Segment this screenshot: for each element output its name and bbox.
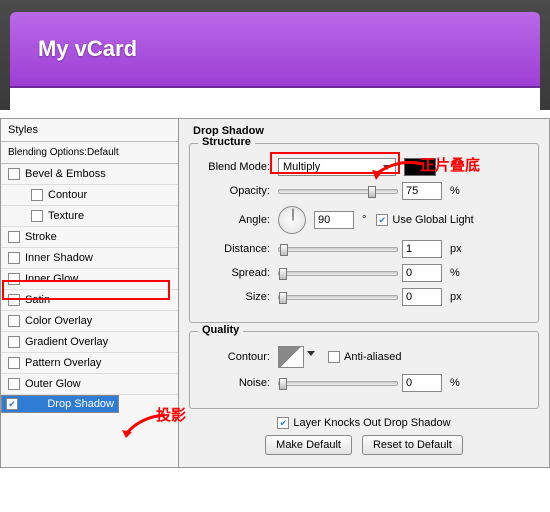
style-checkbox[interactable]: ✔ xyxy=(6,398,18,410)
knocks-out-checkbox[interactable]: ✔ xyxy=(277,417,289,429)
anti-aliased-checkbox[interactable] xyxy=(328,351,340,363)
sidebar-item-outer-glow[interactable]: Outer Glow xyxy=(1,374,178,395)
make-default-button[interactable]: Make Default xyxy=(265,435,352,455)
style-label: Texture xyxy=(48,210,84,222)
distance-unit: px xyxy=(450,243,462,255)
style-label: Bevel & Emboss xyxy=(25,168,106,180)
style-checkbox[interactable] xyxy=(8,252,20,264)
blend-mode-select[interactable]: Multiply xyxy=(278,158,396,176)
spread-label: Spread: xyxy=(200,267,270,279)
sidebar-item-drop-shadow[interactable]: ✔ Drop Shadow xyxy=(1,395,119,413)
style-label: Inner Shadow xyxy=(25,252,93,264)
style-checkbox[interactable] xyxy=(8,168,20,180)
annotation-text-multiply: 正片叠底 xyxy=(420,154,480,175)
style-label: Inner Glow xyxy=(25,273,78,285)
distance-label: Distance: xyxy=(200,243,270,255)
angle-input[interactable]: 90 xyxy=(314,211,354,229)
distance-slider[interactable] xyxy=(278,247,398,252)
noise-slider[interactable] xyxy=(278,381,398,386)
chevron-down-icon xyxy=(307,351,315,356)
sidebar-item-stroke[interactable]: Stroke xyxy=(1,227,178,248)
structure-title: Structure xyxy=(198,136,255,148)
blend-mode-label: Blend Mode: xyxy=(200,161,270,173)
noise-unit: % xyxy=(450,377,460,389)
vcard-header: My vCard xyxy=(10,12,540,88)
noise-input[interactable]: 0 xyxy=(402,374,442,392)
size-label: Size: xyxy=(200,291,270,303)
sidebar-item-inner-glow[interactable]: Inner Glow xyxy=(1,269,178,290)
use-global-light-label: Use Global Light xyxy=(392,214,473,226)
style-label: Gradient Overlay xyxy=(25,336,108,348)
style-checkbox[interactable] xyxy=(31,210,43,222)
style-checkbox[interactable] xyxy=(8,336,20,348)
anti-aliased-label: Anti-aliased xyxy=(344,351,401,363)
angle-dial[interactable] xyxy=(278,206,306,234)
vcard-title: My vCard xyxy=(38,36,137,61)
quality-group: Quality Contour: Anti-aliased Noise: 0 % xyxy=(189,331,539,409)
noise-label: Noise: xyxy=(200,377,270,389)
contour-label: Contour: xyxy=(200,351,270,363)
sidebar-item-texture[interactable]: Texture xyxy=(1,206,178,227)
sidebar-item-color-overlay[interactable]: Color Overlay xyxy=(1,311,178,332)
style-label: Satin xyxy=(25,294,50,306)
sidebar-item-inner-shadow[interactable]: Inner Shadow xyxy=(1,248,178,269)
opacity-unit: % xyxy=(450,185,460,197)
structure-group: Structure Blend Mode: Multiply Opacity: … xyxy=(189,143,539,323)
preview-area: My vCard xyxy=(0,0,550,110)
angle-label: Angle: xyxy=(200,214,270,226)
style-checkbox[interactable] xyxy=(8,231,20,243)
use-global-light-checkbox[interactable]: ✔ xyxy=(376,214,388,226)
spread-slider[interactable] xyxy=(278,271,398,276)
styles-sidebar: Styles Blending Options:Default Bevel & … xyxy=(1,119,179,467)
contour-picker[interactable] xyxy=(278,346,304,368)
style-label: Color Overlay xyxy=(25,315,92,327)
quality-title: Quality xyxy=(198,324,243,336)
annotation-text-projection: 投影 xyxy=(156,404,186,425)
style-checkbox[interactable] xyxy=(8,315,20,327)
distance-input[interactable]: 1 xyxy=(402,240,442,258)
vcard-body xyxy=(10,88,540,110)
style-checkbox[interactable] xyxy=(8,357,20,369)
style-label: Contour xyxy=(48,189,87,201)
style-label: Drop Shadow xyxy=(47,398,114,410)
style-checkbox[interactable] xyxy=(31,189,43,201)
opacity-label: Opacity: xyxy=(200,185,270,197)
style-label: Stroke xyxy=(25,231,57,243)
style-checkbox[interactable] xyxy=(8,378,20,390)
style-label: Pattern Overlay xyxy=(25,357,101,369)
sidebar-item-pattern-overlay[interactable]: Pattern Overlay xyxy=(1,353,178,374)
sidebar-blending-options[interactable]: Blending Options:Default xyxy=(1,142,178,164)
opacity-slider[interactable] xyxy=(278,189,398,194)
size-unit: px xyxy=(450,291,462,303)
size-input[interactable]: 0 xyxy=(402,288,442,306)
knocks-out-label: Layer Knocks Out Drop Shadow xyxy=(293,417,450,429)
reset-default-button[interactable]: Reset to Default xyxy=(362,435,463,455)
sidebar-title: Styles xyxy=(1,119,178,142)
chevron-down-icon xyxy=(383,165,391,170)
spread-input[interactable]: 0 xyxy=(402,264,442,282)
spread-unit: % xyxy=(450,267,460,279)
sidebar-item-bevel-emboss[interactable]: Bevel & Emboss xyxy=(1,164,178,185)
sidebar-item-gradient-overlay[interactable]: Gradient Overlay xyxy=(1,332,178,353)
angle-degree: ° xyxy=(362,214,366,226)
sidebar-item-satin[interactable]: Satin xyxy=(1,290,178,311)
opacity-input[interactable]: 75 xyxy=(402,182,442,200)
style-checkbox[interactable] xyxy=(8,294,20,306)
drop-shadow-panel: Drop Shadow Structure Blend Mode: Multip… xyxy=(179,119,549,467)
style-label: Outer Glow xyxy=(25,378,81,390)
blend-mode-value: Multiply xyxy=(283,161,320,173)
size-slider[interactable] xyxy=(278,295,398,300)
sidebar-item-contour[interactable]: Contour xyxy=(1,185,178,206)
style-checkbox[interactable] xyxy=(8,273,20,285)
